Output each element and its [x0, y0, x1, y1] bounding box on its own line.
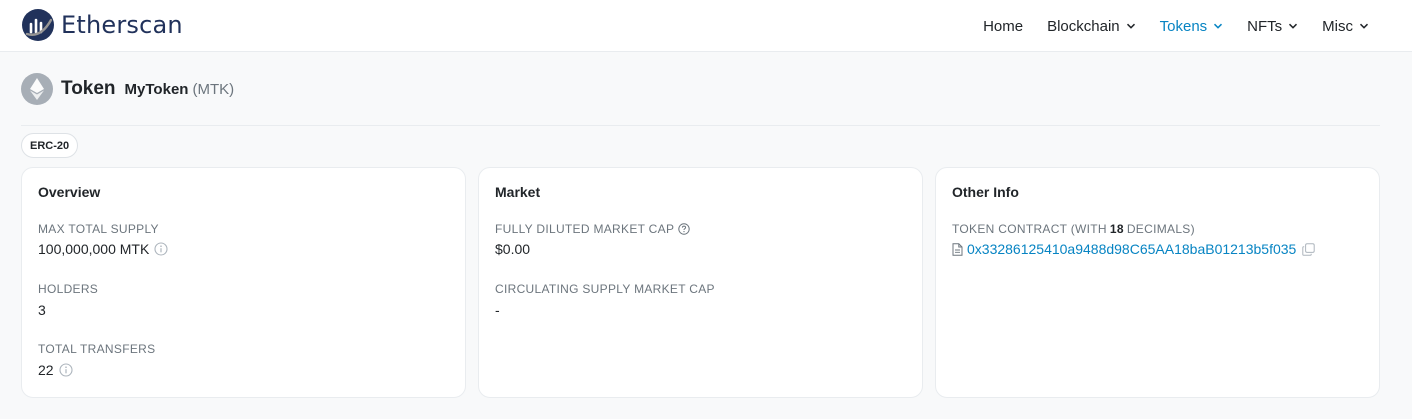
overview-card-title: Overview — [38, 184, 101, 200]
nav-blockchain[interactable]: Blockchain — [1047, 18, 1136, 35]
nav-nfts-label: NFTs — [1247, 17, 1283, 35]
holders-label: HOLDERS — [38, 282, 98, 296]
token-standard-badge: ERC-20 — [21, 133, 79, 158]
total-transfers-value: 22 — [38, 362, 73, 378]
main-nav: Home Blockchain Tokens NFTs Misc — [959, 0, 1369, 52]
token-contract-label: TOKEN CONTRACT (WITH 18 DECIMALS) — [952, 222, 1195, 236]
top-navbar: Etherscan Home Blockchain Tokens NFTs Mi… — [0, 0, 1412, 52]
market-card: Market FULLY DILUTED MARKET CAP $0.00 CI… — [478, 167, 923, 398]
max-total-supply-text: 100,000,000 MTK — [38, 241, 150, 257]
fully-diluted-market-cap-label-text: FULLY DILUTED MARKET CAP — [495, 222, 675, 236]
holders-count: 3 — [38, 302, 46, 318]
fully-diluted-market-cap-value: $0.00 — [495, 241, 530, 257]
nav-nfts[interactable]: NFTs — [1247, 18, 1298, 35]
token-contract-label-suffix: DECIMALS) — [1126, 222, 1195, 236]
holders-label-text: HOLDERS — [38, 282, 99, 296]
copy-icon[interactable] — [1302, 242, 1316, 256]
max-total-supply-label: MAX TOTAL SUPPLY — [38, 222, 159, 236]
total-transfers-label: TOTAL TRANSFERS — [38, 342, 155, 356]
nav-tokens-label: Tokens — [1159, 17, 1208, 35]
total-transfers-count: 22 — [38, 362, 54, 378]
chevron-down-icon — [1214, 23, 1223, 29]
nav-home-label: Home — [983, 17, 1024, 35]
page-title: Token — [61, 78, 116, 99]
max-total-supply-label-text: MAX TOTAL SUPPLY — [38, 222, 159, 236]
info-icon[interactable] — [59, 363, 73, 377]
etherscan-logo-icon — [22, 9, 54, 41]
holders-value: 3 — [38, 302, 46, 318]
market-card-title: Market — [495, 184, 541, 200]
max-total-supply-value: 100,000,000 MTK — [38, 241, 168, 257]
token-name: MyToken — [124, 80, 189, 98]
token-decimals: 18 — [1109, 222, 1124, 236]
ethereum-icon — [30, 78, 44, 100]
question-circle-icon[interactable] — [678, 223, 690, 235]
nav-home[interactable]: Home — [983, 18, 1023, 35]
info-icon[interactable] — [154, 242, 168, 256]
token-contract-label-prefix: TOKEN CONTRACT (WITH — [952, 222, 1107, 236]
chevron-down-icon — [1126, 23, 1135, 29]
circulating-supply-market-cap-label-text: CIRCULATING SUPPLY MARKET CAP — [495, 282, 715, 296]
nav-blockchain-label: Blockchain — [1047, 17, 1120, 35]
token-contract-value: 0x33286125410a9488d98C65AA18baB01213b5f0… — [952, 241, 1316, 257]
brand-name: Etherscan — [61, 11, 183, 39]
chevron-down-icon — [1289, 23, 1298, 29]
total-transfers-label-text: TOTAL TRANSFERS — [38, 342, 156, 356]
other-info-card-title: Other Info — [952, 184, 1019, 200]
circulating-supply-market-cap-value: - — [495, 302, 500, 318]
fully-diluted-market-cap-label: FULLY DILUTED MARKET CAP — [495, 222, 690, 236]
overview-card: Overview MAX TOTAL SUPPLY 100,000,000 MT… — [21, 167, 466, 398]
contract-file-icon — [952, 242, 963, 256]
token-symbol: (MTK) — [192, 80, 235, 98]
token-avatar — [21, 73, 53, 105]
other-info-card: Other Info TOKEN CONTRACT (WITH 18 DECIM… — [935, 167, 1380, 398]
token-contract-address-link[interactable]: 0x33286125410a9488d98C65AA18baB01213b5f0… — [967, 241, 1296, 257]
nav-tokens[interactable]: Tokens — [1160, 18, 1224, 35]
fully-diluted-market-cap-text: $0.00 — [495, 241, 531, 257]
chevron-down-icon — [1359, 23, 1369, 29]
brand-logo-link[interactable]: Etherscan — [21, 8, 183, 42]
nav-misc-label: Misc — [1322, 17, 1353, 35]
circulating-supply-market-cap-label: CIRCULATING SUPPLY MARKET CAP — [495, 282, 715, 296]
page-heading: Token MyToken (MTK) — [21, 73, 234, 105]
circulating-supply-market-cap-text: - — [495, 302, 500, 318]
nav-misc[interactable]: Misc — [1322, 18, 1369, 35]
header-divider — [21, 125, 1380, 126]
